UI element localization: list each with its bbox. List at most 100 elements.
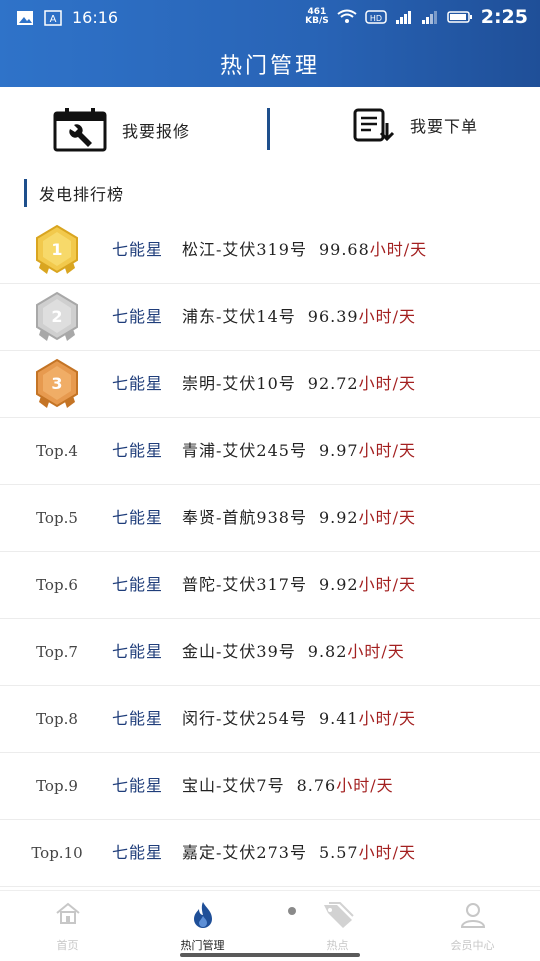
signal-icon-2	[421, 11, 437, 24]
nav-hot[interactable]: 热门管理	[135, 891, 270, 961]
ranking-row[interactable]: Top.10 七能星 嘉定-艾伏273号 5.57小时/天	[0, 820, 540, 887]
station-info: 崇明-艾伏10号 92.72小时/天	[182, 351, 416, 417]
nav-hotspot-label: 热点	[326, 939, 349, 952]
status-bar: A 16:16 461 KB/S HD 2:25	[0, 0, 540, 40]
bronze-medal-icon: 3	[36, 358, 78, 408]
svg-text:HD: HD	[370, 14, 382, 23]
status-time-left: 16:16	[72, 8, 119, 27]
ranking-row[interactable]: Top.7 七能星 金山-艾伏39号 9.82小时/天	[0, 619, 540, 686]
ranking-row[interactable]: Top.5 七能星 奉贤-首航938号 9.92小时/天	[0, 485, 540, 552]
brand-name: 七能星	[112, 374, 164, 393]
nav-home-label: 首页	[56, 939, 79, 952]
ranking-row[interactable]: Top.4 七能星 青浦-艾伏245号 9.97小时/天	[0, 418, 540, 485]
brand-name: 七能星	[112, 441, 164, 460]
network-speed-unit: KB/S	[305, 16, 329, 26]
action-divider	[267, 108, 270, 150]
station-name: 松江-艾伏319号	[182, 240, 307, 259]
medal-number: 1	[51, 240, 62, 259]
home-icon	[55, 902, 80, 924]
ranking-row[interactable]: Top.8 七能星 闵行-艾伏254号 9.41小时/天	[0, 686, 540, 753]
station-info: 闵行-艾伏254号 9.41小时/天	[182, 686, 416, 752]
rank-label: Top.8	[36, 710, 78, 728]
ranking-row[interactable]: 1 七能星 松江-艾伏319号 99.68小时/天	[0, 217, 540, 284]
station-name: 浦东-艾伏14号	[182, 307, 296, 326]
station-info: 浦东-艾伏14号 96.39小时/天	[182, 284, 416, 350]
station-name: 奉贤-首航938号	[182, 508, 307, 527]
generation-unit: 小时/天	[358, 307, 416, 326]
station-info: 松江-艾伏319号 99.68小时/天	[182, 217, 427, 283]
rank-label: Top.5	[36, 509, 78, 527]
brand-name: 七能星	[112, 575, 164, 594]
nav-member-label: 会员中心	[450, 939, 495, 952]
quick-actions: 我要报修 我要下单	[0, 87, 540, 173]
ranking-row[interactable]: Top.6 七能星 普陀-艾伏317号 9.92小时/天	[0, 552, 540, 619]
hd-icon: HD	[364, 10, 387, 24]
ranking-row[interactable]: Top.9 七能星 宝山-艾伏7号 8.76小时/天	[0, 753, 540, 820]
station-name: 青浦-艾伏245号	[182, 441, 307, 460]
medal-number: 2	[51, 307, 62, 326]
generation-unit: 小时/天	[369, 240, 428, 259]
brand-name: 七能星	[112, 240, 164, 259]
status-clock: 2:25	[480, 6, 528, 28]
medal-number: 3	[51, 374, 62, 393]
generation-value: 99.68	[318, 240, 370, 259]
station-info: 奉贤-首航938号 9.92小时/天	[182, 485, 416, 551]
repair-button[interactable]: 我要报修	[52, 107, 190, 153]
section-accent-bar	[24, 179, 27, 207]
battery-icon	[446, 11, 472, 23]
generation-unit: 小时/天	[336, 776, 394, 795]
generation-value: 5.57	[318, 843, 359, 862]
rank-badge: 2	[22, 284, 92, 350]
ranking-section-header: 发电排行榜	[24, 178, 124, 208]
signal-icon	[395, 11, 411, 24]
gold-medal-icon: 1	[36, 224, 78, 274]
brand-name: 七能星	[112, 709, 164, 728]
nav-hotspot[interactable]: 热点	[270, 891, 405, 961]
rank-label: Top.7	[36, 643, 78, 661]
generation-value: 92.72	[307, 374, 359, 393]
generation-value: 8.76	[296, 776, 337, 795]
calendar-wrench-icon	[53, 108, 107, 152]
brand-name: 七能星	[112, 776, 164, 795]
generation-unit: 小时/天	[358, 508, 416, 527]
nav-home[interactable]: 首页	[0, 891, 135, 961]
rank-label: Top.9	[36, 777, 78, 795]
generation-value: 9.97	[318, 441, 359, 460]
order-button[interactable]: 我要下单	[352, 107, 478, 143]
order-download-icon	[353, 108, 395, 142]
generation-unit: 小时/天	[347, 642, 405, 661]
generation-unit: 小时/天	[358, 843, 416, 862]
generation-unit: 小时/天	[358, 709, 416, 728]
generation-value: 9.92	[318, 575, 359, 594]
bottom-nav: 首页 热门管理 热点 会员中心	[0, 890, 540, 961]
station-name: 普陀-艾伏317号	[182, 575, 307, 594]
page-title: 热门管理	[219, 54, 320, 79]
app-notification-icon: A	[44, 9, 62, 26]
ranking-row[interactable]: 2 七能星 浦东-艾伏14号 96.39小时/天	[0, 284, 540, 351]
rank-badge: 3	[22, 351, 92, 417]
silver-medal-icon: 2	[36, 291, 78, 341]
generation-unit: 小时/天	[358, 575, 416, 594]
station-name: 闵行-艾伏254号	[182, 709, 307, 728]
svg-text:A: A	[50, 14, 57, 25]
user-icon	[460, 903, 485, 928]
generation-value: 9.92	[318, 508, 359, 527]
tag-icon	[323, 902, 354, 928]
station-info: 嘉定-艾伏273号 5.57小时/天	[182, 820, 416, 886]
wifi-icon	[337, 9, 357, 23]
station-info: 普陀-艾伏317号 9.92小时/天	[182, 552, 416, 618]
order-label: 我要下单	[410, 117, 479, 136]
station-info: 青浦-艾伏245号 9.97小时/天	[182, 418, 416, 484]
brand-name: 七能星	[112, 307, 164, 326]
network-speed: 461 KB/S	[305, 8, 329, 26]
ranking-list: 1 七能星 松江-艾伏319号 99.68小时/天 2 七能星 浦东-艾伏14号 9…	[0, 217, 540, 887]
generation-unit: 小时/天	[358, 374, 416, 393]
brand-name: 七能星	[112, 642, 164, 661]
brand-name: 七能星	[112, 508, 164, 527]
station-name: 嘉定-艾伏273号	[182, 843, 307, 862]
nav-member[interactable]: 会员中心	[405, 891, 540, 961]
app-header: A 16:16 461 KB/S HD 2:25 热门管理	[0, 0, 540, 87]
generation-unit: 小时/天	[358, 441, 416, 460]
gesture-home-bar[interactable]	[180, 953, 360, 957]
ranking-row[interactable]: 3 七能星 崇明-艾伏10号 92.72小时/天	[0, 351, 540, 418]
